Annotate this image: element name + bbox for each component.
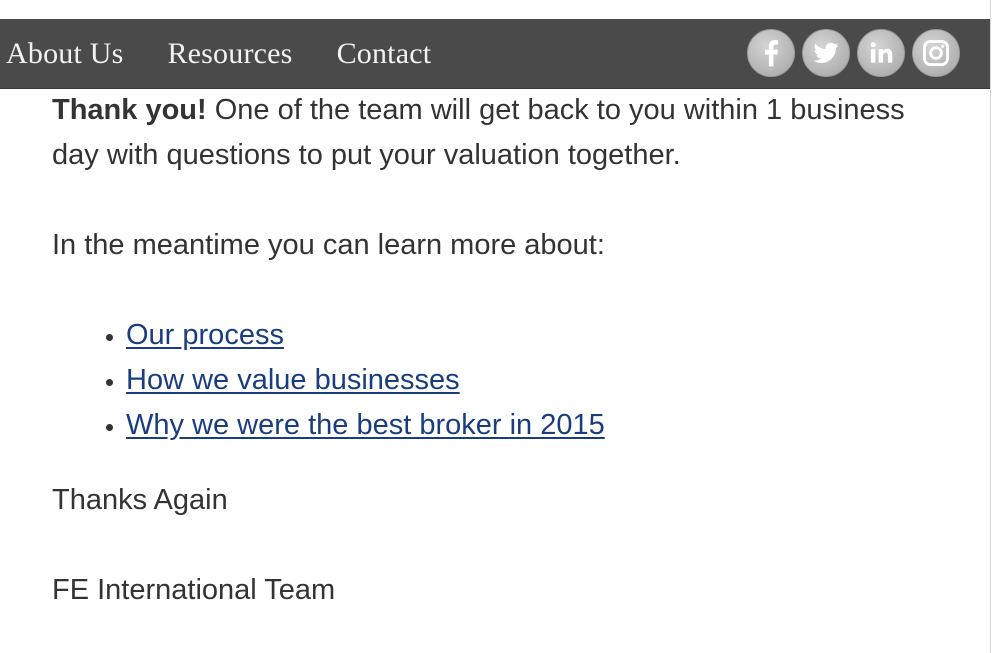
social-links bbox=[747, 29, 960, 77]
twitter-button[interactable] bbox=[802, 29, 850, 77]
list-item: Why we were the best broker in 2015 bbox=[126, 403, 952, 448]
confirmation-message: Thank you! One of the team will get back… bbox=[52, 88, 952, 613]
main-nav: About Us Resources Contact bbox=[6, 19, 475, 88]
instagram-icon bbox=[923, 40, 949, 66]
instagram-button[interactable] bbox=[912, 29, 960, 77]
facebook-button[interactable] bbox=[747, 29, 795, 77]
linkedin-button[interactable] bbox=[857, 29, 905, 77]
thanks-again-text: Thanks Again bbox=[52, 484, 228, 516]
thank-you-paragraph: Thank you! One of the team will get back… bbox=[52, 88, 952, 178]
navbar: About Us Resources Contact bbox=[0, 19, 990, 89]
top-strip bbox=[0, 0, 1000, 19]
twitter-icon bbox=[813, 42, 839, 63]
nav-resources[interactable]: Resources bbox=[167, 37, 292, 71]
list-item: Our process bbox=[126, 313, 952, 358]
nav-about-us[interactable]: About Us bbox=[6, 37, 123, 71]
nav-contact[interactable]: Contact bbox=[337, 37, 432, 71]
thank-you-heading: Thank you! bbox=[52, 94, 207, 126]
link-our-process[interactable]: Our process bbox=[126, 319, 284, 351]
facebook-icon bbox=[764, 40, 779, 67]
linkedin-icon bbox=[870, 42, 893, 63]
signature-text: FE International Team bbox=[52, 574, 336, 606]
link-best-broker[interactable]: Why we were the best broker in 2015 bbox=[126, 409, 605, 441]
list-item: How we value businesses bbox=[126, 358, 952, 403]
resource-links-list: Our process How we value businesses Why … bbox=[52, 313, 952, 448]
meantime-text: In the meantime you can learn more about… bbox=[52, 229, 605, 261]
scrollbar-edge bbox=[990, 0, 1000, 653]
link-how-we-value[interactable]: How we value businesses bbox=[126, 364, 460, 396]
